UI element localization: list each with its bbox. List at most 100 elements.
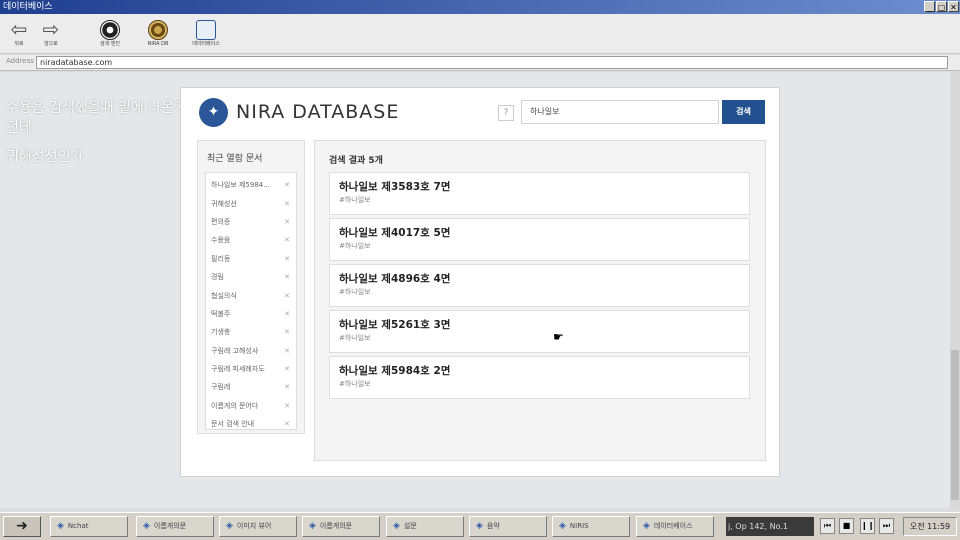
remove-icon[interactable]: ✕ <box>284 218 290 226</box>
result-card[interactable]: 하나일보 제4896호 4면 #하나일보 <box>329 264 750 307</box>
stop-button[interactable]: ■ <box>839 518 854 534</box>
result-card[interactable]: 하나일보 제3583호 7면 #하나일보 <box>329 172 750 215</box>
recent-doc-item[interactable]: 구림레 고해성사 ✕ <box>206 342 296 360</box>
app-icon: ◈ <box>143 521 150 531</box>
maximize-button[interactable]: ▢ <box>936 1 947 12</box>
minimize-button[interactable]: _ <box>924 1 935 12</box>
help-button[interactable]: ? <box>498 105 514 121</box>
search-button[interactable]: 검색 <box>722 100 765 124</box>
result-tag[interactable]: #하나일보 <box>339 333 371 343</box>
back-button[interactable]: ⇦ 뒤로 <box>4 18 34 48</box>
recent-doc-label: 기생충 <box>211 328 231 337</box>
app-icon: ◈ <box>309 521 316 531</box>
result-tag[interactable]: #하나일보 <box>339 379 371 389</box>
database-icon <box>196 20 216 40</box>
remove-icon[interactable]: ✕ <box>284 292 290 300</box>
taskbar-item-label: 데이터베이스 <box>653 522 693 530</box>
recent-doc-item[interactable]: 경림 ✕ <box>206 268 296 286</box>
remove-icon[interactable]: ✕ <box>284 310 290 318</box>
taskbar-item[interactable]: ◈ 이미지 뷰어 <box>219 516 297 537</box>
now-playing: j, Op 142, No.1 <box>726 517 814 536</box>
scrollbar-thumb[interactable] <box>951 350 959 500</box>
result-tag[interactable]: #하나일보 <box>339 241 371 251</box>
result-card[interactable]: 하나일보 제5984호 2면 #하나일보 <box>329 356 750 399</box>
recent-doc-label: 문서 검색 안내 <box>211 420 255 429</box>
search-input[interactable]: 하나일보 <box>521 100 719 124</box>
brand-title: NIRA DATABASE <box>236 101 400 123</box>
result-title[interactable]: 하나일보 제4017호 5면 <box>339 225 450 240</box>
result-title[interactable]: 하나일보 제5984호 2면 <box>339 363 450 378</box>
start-arrow-icon: ➜ <box>16 518 28 534</box>
recent-doc-item[interactable]: 기생충 ✕ <box>206 323 296 341</box>
nira-db-label: NIRA DB <box>147 41 169 47</box>
taskbar-item[interactable]: ◈ 음악 <box>469 516 547 537</box>
recent-doc-item[interactable]: 협실의식 ✕ <box>206 286 296 304</box>
address-input[interactable]: niradatabase.com <box>36 56 948 69</box>
taskbar-item-label: Nchat <box>67 522 89 530</box>
remove-icon[interactable]: ✕ <box>284 383 290 391</box>
overlay-caption-2: 던데 <box>6 120 32 136</box>
app-icon: ◈ <box>643 521 650 531</box>
taskbar-item[interactable]: ◈ 데이터베이스 <box>636 516 714 537</box>
overlay-caption-1: 수용음 검색했을때 밑에 나온거 <box>6 100 187 116</box>
recent-doc-label: 편의증 <box>211 217 231 226</box>
taskbar-item[interactable]: ◈ 이름게의문 <box>302 516 380 537</box>
recent-doc-item[interactable]: 하나일보 제5984... ✕ <box>206 176 296 194</box>
database-button[interactable]: 데이터베이스 <box>191 18 221 48</box>
emblem-icon <box>100 20 120 40</box>
app-icon: ◈ <box>57 521 64 531</box>
nira-db-button[interactable]: NIRA DB <box>143 18 173 48</box>
window-titlebar: 데이터베이스 _ ▢ ✕ <box>0 0 960 14</box>
browser-toolbar: ⇦ 뒤로 ⇨ 앞으로 검색 엔진 NIRA DB 데이터베이스 <box>0 14 960 54</box>
taskbar-item[interactable]: ◈ Nchat <box>50 516 128 537</box>
remove-icon[interactable]: ✕ <box>284 200 290 208</box>
search-engine-button[interactable]: 검색 엔진 <box>95 18 125 48</box>
taskbar-item[interactable]: ◈ NIRIS <box>552 516 630 537</box>
prev-track-button[interactable]: ⏮ <box>820 518 835 534</box>
remove-icon[interactable]: ✕ <box>284 347 290 355</box>
result-tag[interactable]: #하나일보 <box>339 195 371 205</box>
remove-icon[interactable]: ✕ <box>284 365 290 373</box>
remove-icon[interactable]: ✕ <box>284 255 290 263</box>
pause-button[interactable]: ❙❙ <box>860 518 875 534</box>
nira-page: ✦ NIRA DATABASE ? 하나일보 검색 최근 열람 문서 하나일보 … <box>180 87 780 477</box>
result-card[interactable]: 하나일보 제4017호 5면 #하나일보 <box>329 218 750 261</box>
result-tag[interactable]: #하나일보 <box>339 287 371 297</box>
recent-doc-item[interactable]: 구림레 ✕ <box>206 378 296 396</box>
recent-doc-item[interactable]: 필리동 ✕ <box>206 250 296 268</box>
seal-icon <box>148 20 168 40</box>
recent-doc-item[interactable]: 수용음 ✕ <box>206 231 296 249</box>
recent-doc-item[interactable]: 떡볼주 ✕ <box>206 305 296 323</box>
search-engine-label: 검색 엔진 <box>100 41 120 47</box>
taskbar-item[interactable]: ◈ 설문 <box>386 516 464 537</box>
taskbar-item[interactable]: ◈ 이름게의문 <box>136 516 214 537</box>
recent-doc-item[interactable]: 귀해성선 ✕ <box>206 194 296 212</box>
result-title[interactable]: 하나일보 제5261호 3면 <box>339 317 450 332</box>
close-button[interactable]: ✕ <box>948 1 959 12</box>
recent-doc-item[interactable]: 문서 검색 안내 ✕ <box>206 415 296 433</box>
recent-doc-label: 수용음 <box>211 236 231 245</box>
taskbar-item-label: 이미지 뷰어 <box>236 522 272 530</box>
taskbar-item-label: 이름게의문 <box>319 522 353 530</box>
remove-icon[interactable]: ✕ <box>284 420 290 428</box>
result-card[interactable]: 하나일보 제5261호 3면 #하나일보 <box>329 310 750 353</box>
recent-doc-label: 구림레 고해성사 <box>211 346 259 355</box>
vertical-scrollbar[interactable] <box>950 72 960 508</box>
forward-button[interactable]: ⇨ 앞으로 <box>36 18 66 48</box>
remove-icon[interactable]: ✕ <box>284 273 290 281</box>
database-label: 데이터베이스 <box>192 41 220 47</box>
start-button[interactable]: ➜ <box>3 516 41 537</box>
result-title[interactable]: 하나일보 제4896호 4면 <box>339 271 450 286</box>
taskbar: ➜ ◈ Nchat ◈ 이름게의문 ◈ 이미지 뷰어 ◈ 이름게의문 ◈ 설문 ◈ 음악 ◈ NIRIS ◈… <box>0 512 960 540</box>
recent-doc-item[interactable]: 구림레 피세례자도 ✕ <box>206 360 296 378</box>
next-track-button[interactable]: ⏭ <box>879 518 894 534</box>
recent-doc-item[interactable]: 이름게의 문어다 ✕ <box>206 397 296 415</box>
remove-icon[interactable]: ✕ <box>284 328 290 336</box>
result-title[interactable]: 하나일보 제3583호 7면 <box>339 179 450 194</box>
remove-icon[interactable]: ✕ <box>284 181 290 189</box>
recent-doc-label: 이름게의 문어다 <box>211 401 259 410</box>
remove-icon[interactable]: ✕ <box>284 236 290 244</box>
mouse-cursor-icon: ☛ <box>553 330 564 344</box>
recent-doc-item[interactable]: 편의증 ✕ <box>206 213 296 231</box>
remove-icon[interactable]: ✕ <box>284 402 290 410</box>
